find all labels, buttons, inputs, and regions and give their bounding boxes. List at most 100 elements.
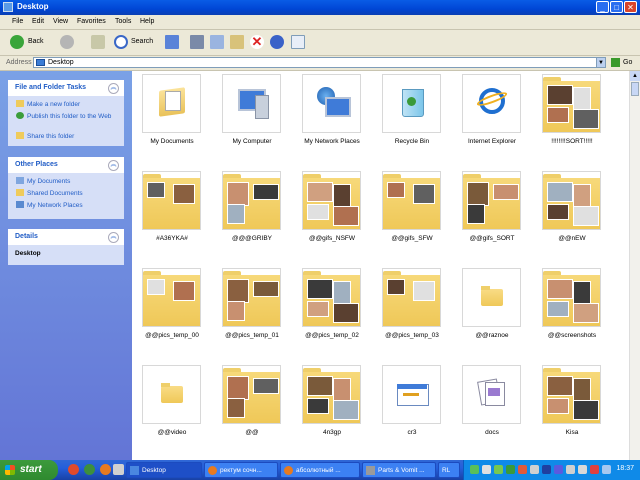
file-item[interactable]: @@gifs_SORT — [452, 171, 532, 261]
file-item[interactable]: @@pics_temp_01 — [212, 268, 292, 358]
forward-button[interactable] — [60, 34, 85, 51]
tray-app-icon[interactable] — [482, 465, 491, 474]
file-item[interactable]: @@video — [132, 365, 212, 455]
scroll-up-button[interactable]: ▲ — [630, 71, 640, 81]
shared-documents-link[interactable]: Shared Documents — [16, 189, 83, 197]
share-folder-link[interactable]: Share this folder — [16, 132, 74, 140]
menu-tools[interactable]: Tools — [115, 18, 131, 25]
publish-folder-link[interactable]: Publish this folder to the Web — [16, 112, 116, 120]
start-button[interactable]: start — [0, 460, 58, 480]
title-bar[interactable]: Desktop _ □ ✕ — [0, 0, 640, 15]
file-item[interactable]: 4n3gp — [292, 365, 372, 455]
up-folder-button[interactable] — [91, 34, 107, 51]
taskbar-item-browser-2[interactable]: абсолютный ... — [280, 462, 360, 478]
file-item[interactable]: @@ — [212, 365, 292, 455]
details-panel: Details ︽ Desktop — [8, 229, 124, 265]
tray-app-icon[interactable] — [542, 465, 551, 474]
menu-favorites[interactable]: Favorites — [77, 18, 106, 25]
taskbar-item-browser-1[interactable]: ректум сочн... — [204, 462, 278, 478]
minimize-button[interactable]: _ — [596, 1, 609, 13]
back-button[interactable]: Back — [10, 34, 55, 51]
quicklaunch-app-icon[interactable] — [84, 464, 95, 475]
task-label: ректум сочн... — [220, 467, 262, 474]
file-item[interactable]: Kisa — [532, 365, 612, 455]
go-button[interactable]: Go — [623, 59, 632, 66]
other-places-panel: Other Places ︽ My Documents Shared Docum… — [8, 157, 124, 219]
file-item[interactable]: My Network Places — [292, 74, 372, 164]
cut-button[interactable] — [190, 34, 205, 51]
recycle-bin-icon — [382, 74, 441, 133]
file-name: 4n3gp — [322, 429, 342, 436]
file-name: @@gifs_SORT — [469, 235, 515, 242]
file-item[interactable]: @@pics_temp_02 — [292, 268, 372, 358]
collapse-chevron-icon[interactable]: ︽ — [108, 232, 119, 243]
tray-app-icon[interactable] — [578, 465, 587, 474]
collapse-chevron-icon[interactable]: ︽ — [108, 83, 119, 94]
file-item[interactable]: docs — [452, 365, 532, 455]
volume-icon[interactable] — [602, 465, 611, 474]
tray-app-icon[interactable] — [530, 465, 539, 474]
delete-button[interactable]: ✕ — [250, 34, 265, 51]
properties-button[interactable] — [291, 34, 306, 51]
file-item[interactable]: !!!!!!!!SORT!!!!! — [532, 74, 612, 164]
menu-help[interactable]: Help — [140, 18, 154, 25]
address-input[interactable]: Desktop — [33, 57, 606, 68]
start-label: start — [20, 464, 42, 475]
menu-bar: File Edit View Favorites Tools Help — [0, 15, 640, 30]
collapse-chevron-icon[interactable]: ︽ — [108, 160, 119, 171]
file-item[interactable]: @@screenshots — [532, 268, 612, 358]
firefox-icon[interactable] — [100, 464, 111, 475]
menu-edit[interactable]: Edit — [32, 18, 44, 25]
taskbar-item-parts-vomit[interactable]: Parts & Vomit ... — [362, 462, 436, 478]
search-button[interactable]: Search — [114, 34, 156, 51]
file-item[interactable]: Internet Explorer — [452, 74, 532, 164]
chrome-icon[interactable] — [68, 464, 79, 475]
make-new-folder-link[interactable]: Make a new folder — [16, 100, 80, 108]
panel-header[interactable]: File and Folder Tasks ︽ — [8, 80, 124, 96]
close-button[interactable]: ✕ — [624, 1, 637, 13]
go-arrow-icon[interactable] — [611, 58, 620, 67]
views-button[interactable] — [165, 34, 185, 51]
tray-app-icon[interactable] — [470, 465, 479, 474]
file-name: @@pics_temp_03 — [385, 332, 439, 339]
vertical-scrollbar[interactable]: ▲ — [629, 71, 640, 460]
panel-header[interactable]: Other Places ︽ — [8, 157, 124, 173]
taskbar-item-desktop[interactable]: Desktop — [126, 462, 202, 478]
my-network-places-link[interactable]: My Network Places — [16, 201, 83, 209]
file-item[interactable]: @@raznoe — [452, 268, 532, 358]
tray-app-icon[interactable] — [590, 465, 599, 474]
file-item[interactable]: @@pics_temp_03 — [372, 268, 452, 358]
maximize-button[interactable]: □ — [610, 1, 623, 13]
search-label: Search — [131, 38, 154, 45]
file-item[interactable]: @@gifs_NSFW — [292, 171, 372, 261]
file-item[interactable]: My Computer — [212, 74, 292, 164]
scroll-thumb[interactable] — [631, 82, 639, 96]
forward-arrow-icon — [60, 35, 74, 49]
tray-app-icon[interactable] — [494, 465, 503, 474]
paste-button[interactable] — [230, 34, 245, 51]
file-item[interactable]: cr3 — [372, 365, 452, 455]
quicklaunch-window-icon[interactable] — [113, 464, 124, 475]
tray-app-icon[interactable] — [518, 465, 527, 474]
tray-app-icon[interactable] — [554, 465, 563, 474]
menu-file[interactable]: File — [12, 18, 23, 25]
panel-header[interactable]: Details ︽ — [8, 229, 124, 245]
file-item[interactable]: @@pics_temp_00 — [132, 268, 212, 358]
tray-app-icon[interactable] — [566, 465, 575, 474]
copy-button[interactable] — [210, 34, 225, 51]
address-dropdown-button[interactable]: ▼ — [596, 57, 606, 68]
file-item[interactable]: @@nEW — [532, 171, 612, 261]
file-item[interactable]: @@gifs_SFW — [372, 171, 452, 261]
my-documents-link[interactable]: My Documents — [16, 177, 70, 185]
file-item[interactable]: #A36YKA# — [132, 171, 212, 261]
file-name: @@video — [157, 429, 187, 436]
menu-view[interactable]: View — [53, 18, 68, 25]
tray-app-icon[interactable] — [506, 465, 515, 474]
undo-button[interactable] — [270, 34, 285, 51]
taskbar-item-rl[interactable]: RL — [438, 462, 460, 478]
file-item[interactable]: My Documents — [132, 74, 212, 164]
file-item[interactable]: Recycle Bin — [372, 74, 452, 164]
documents-file-icon — [462, 365, 521, 424]
file-item[interactable]: @@@GRIBY — [212, 171, 292, 261]
thumbnail-folder-icon — [222, 365, 281, 424]
